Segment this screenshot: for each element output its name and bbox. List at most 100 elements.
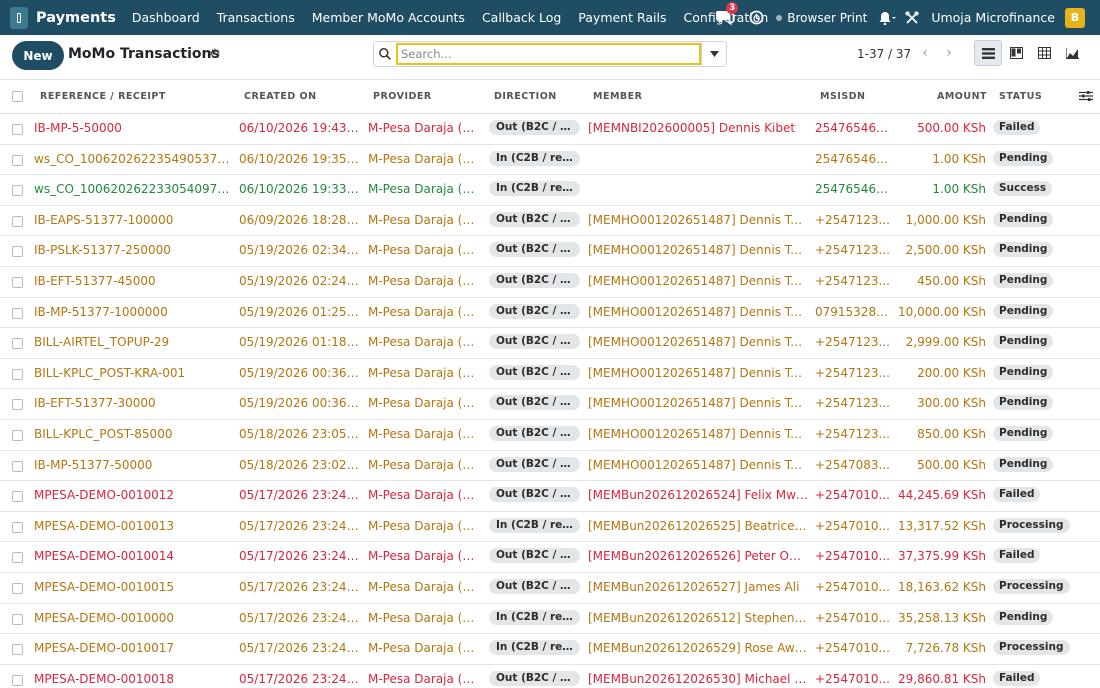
row-checkbox[interactable] — [12, 429, 23, 441]
nav-callback-log[interactable]: Callback Log — [482, 10, 561, 25]
table-row[interactable]: IB-PSLK-51377-250000 05/19/2026 02:34:05… — [0, 236, 1100, 267]
company-switcher[interactable]: Umoja Microfinance — [931, 10, 1055, 25]
direction-badge: Out (B2C / p... — [489, 303, 580, 319]
cell-member: [MEMHO001202651487] Dennis TestM... — [588, 335, 808, 350]
app-switcher-icon[interactable] — [10, 6, 28, 29]
cell-amount: 500.00 KSh — [917, 121, 986, 135]
gear-icon[interactable]: ⚙ — [209, 47, 221, 62]
optional-columns-icon[interactable] — [1079, 90, 1093, 102]
table-row[interactable]: IB-MP-51377-1000000 05/19/2026 01:25:47 … — [0, 298, 1100, 329]
row-checkbox[interactable] — [12, 215, 23, 227]
row-checkbox[interactable] — [12, 613, 23, 625]
table-row[interactable]: IB-EFT-51377-45000 05/19/2026 02:24:53 M… — [0, 267, 1100, 298]
row-checkbox[interactable] — [12, 185, 23, 197]
graph-view-button[interactable] — [1058, 40, 1086, 66]
col-header-amount[interactable]: AMOUNT — [937, 91, 987, 102]
kanban-view-button[interactable] — [1002, 40, 1030, 66]
pivot-view-button[interactable] — [1030, 40, 1058, 66]
row-checkbox[interactable] — [12, 582, 23, 594]
row-checkbox[interactable] — [12, 552, 23, 564]
cell-created-on: 06/10/2026 19:35:47 — [239, 151, 359, 166]
table-row[interactable]: ws_CO_100620262233054097654... 06/10/202… — [0, 175, 1100, 206]
cell-amount: 35,258.13 KSh — [898, 610, 986, 625]
col-header-member[interactable]: MEMBER — [593, 91, 642, 102]
row-checkbox[interactable] — [12, 246, 23, 258]
pager-next-button[interactable]: › — [939, 44, 959, 64]
row-checkbox[interactable] — [12, 644, 23, 656]
status-badge: Pending — [993, 242, 1054, 258]
row-checkbox[interactable] — [12, 124, 23, 135]
direction-badge: Out (B2C / p... — [489, 425, 580, 441]
status-badge: Pending — [993, 425, 1054, 441]
cell-provider: M-Pesa Daraja (Sa... — [368, 365, 480, 380]
notification-bell-icon[interactable] — [879, 10, 897, 26]
row-checkbox[interactable] — [12, 460, 23, 472]
table-row[interactable]: MPESA-DEMO-0010013 05/17/2026 23:24:20 M… — [0, 512, 1100, 543]
table-row[interactable]: MPESA-DEMO-0010000 05/17/2026 23:24:20 M… — [0, 604, 1100, 635]
col-header-provider[interactable]: PROVIDER — [373, 91, 432, 102]
table-row[interactable]: MPESA-DEMO-0010018 05/17/2026 23:24:20 M… — [0, 665, 1100, 688]
table-row[interactable]: BILL-AIRTEL_TOPUP-29 05/19/2026 01:18:35… — [0, 328, 1100, 359]
table-row[interactable]: MPESA-DEMO-0010017 05/17/2026 23:24:20 M… — [0, 634, 1100, 665]
nav-member-momo-accounts[interactable]: Member MoMo Accounts — [312, 10, 465, 25]
col-header-direction[interactable]: DIRECTION — [494, 91, 557, 102]
row-checkbox[interactable] — [12, 307, 23, 319]
transactions-table: REFERENCE / RECEIPT CREATED ON PROVIDER … — [0, 80, 1100, 688]
table-row[interactable]: IB-EFT-51377-30000 05/19/2026 00:36:04 M… — [0, 389, 1100, 420]
search-input[interactable] — [396, 43, 701, 65]
table-row[interactable]: IB-MP-51377-50000 05/18/2026 23:02:45 M-… — [0, 451, 1100, 482]
cell-amount: 300.00 KSh — [917, 396, 986, 411]
cell-amount: 10,000.00 KSh — [898, 304, 986, 319]
row-checkbox[interactable] — [12, 491, 23, 503]
new-button[interactable]: New — [12, 41, 64, 70]
user-avatar[interactable]: B — [1065, 7, 1085, 28]
messaging-icon[interactable]: 3 — [715, 1, 739, 28]
table-row[interactable]: IB-EAPS-51377-100000 06/09/2026 18:28:12… — [0, 206, 1100, 237]
nav-dashboard[interactable]: Dashboard — [132, 10, 200, 25]
cell-reference: MPESA-DEMO-0010000 — [34, 610, 175, 625]
pager-previous-button[interactable]: ‹ — [915, 44, 935, 64]
status-badge: Failed — [993, 548, 1041, 564]
caret-down-icon — [709, 51, 719, 57]
row-checkbox[interactable] — [12, 399, 23, 411]
cell-member: [MEMHO001202651487] Dennis TestM... — [588, 396, 808, 411]
cell-provider: M-Pesa Daraja (Sa... — [368, 212, 480, 227]
cell-msisdn: +2547010... — [815, 610, 890, 625]
cell-reference: MPESA-DEMO-0010014 — [34, 549, 175, 564]
direction-badge: Out (B2C / p... — [489, 211, 580, 227]
nav-payment-rails[interactable]: Payment Rails — [578, 10, 666, 25]
row-checkbox[interactable] — [12, 154, 23, 166]
row-checkbox[interactable] — [12, 276, 23, 288]
cell-amount: 450.00 KSh — [917, 273, 986, 288]
cell-reference: IB-MP-5-50000 — [34, 121, 122, 135]
row-checkbox[interactable] — [12, 338, 23, 350]
row-checkbox[interactable] — [12, 521, 23, 533]
list-view-button[interactable] — [974, 40, 1002, 66]
status-badge: Pending — [993, 395, 1054, 411]
table-row[interactable]: IB-MP-5-50000 06/10/2026 19:43:53 M-Pesa… — [0, 114, 1100, 145]
nav-transactions[interactable]: Transactions — [217, 10, 295, 25]
col-header-reference[interactable]: REFERENCE / RECEIPT — [40, 91, 166, 102]
table-row[interactable]: BILL-KPLC_POST-KRA-001 05/19/2026 00:36:… — [0, 359, 1100, 390]
table-row[interactable]: BILL-KPLC_POST-85000 05/18/2026 23:05:16… — [0, 420, 1100, 451]
app-brand[interactable]: Payments — [36, 10, 116, 26]
browser-print-toggle[interactable]: Browser Print — [776, 11, 867, 25]
search-options-toggle[interactable] — [701, 42, 726, 66]
select-all-checkbox[interactable] — [12, 91, 23, 102]
status-badge: Pending — [993, 609, 1054, 625]
table-row[interactable]: MPESA-DEMO-0010012 05/17/2026 23:24:20 M… — [0, 481, 1100, 512]
tools-icon[interactable] — [905, 11, 919, 25]
view-switcher — [974, 40, 1086, 66]
cell-provider: M-Pesa Daraja (Sa... — [368, 121, 480, 135]
table-row[interactable]: MPESA-DEMO-0010014 05/17/2026 23:24:20 M… — [0, 542, 1100, 573]
table-row[interactable]: MPESA-DEMO-0010015 05/17/2026 23:24:20 M… — [0, 573, 1100, 604]
activity-clock-icon[interactable] — [749, 10, 764, 25]
table-row[interactable]: ws_CO_100620262235490537654... 06/10/202… — [0, 145, 1100, 176]
row-checkbox[interactable] — [12, 674, 23, 686]
row-checkbox[interactable] — [12, 368, 23, 380]
cell-msisdn: 254765466... — [815, 121, 890, 135]
col-header-created-on[interactable]: CREATED ON — [244, 91, 317, 102]
col-header-msisdn[interactable]: MSISDN — [820, 91, 866, 102]
col-header-status[interactable]: STATUS — [999, 91, 1042, 102]
pager-value[interactable]: 1-37 / 37 — [857, 47, 911, 61]
